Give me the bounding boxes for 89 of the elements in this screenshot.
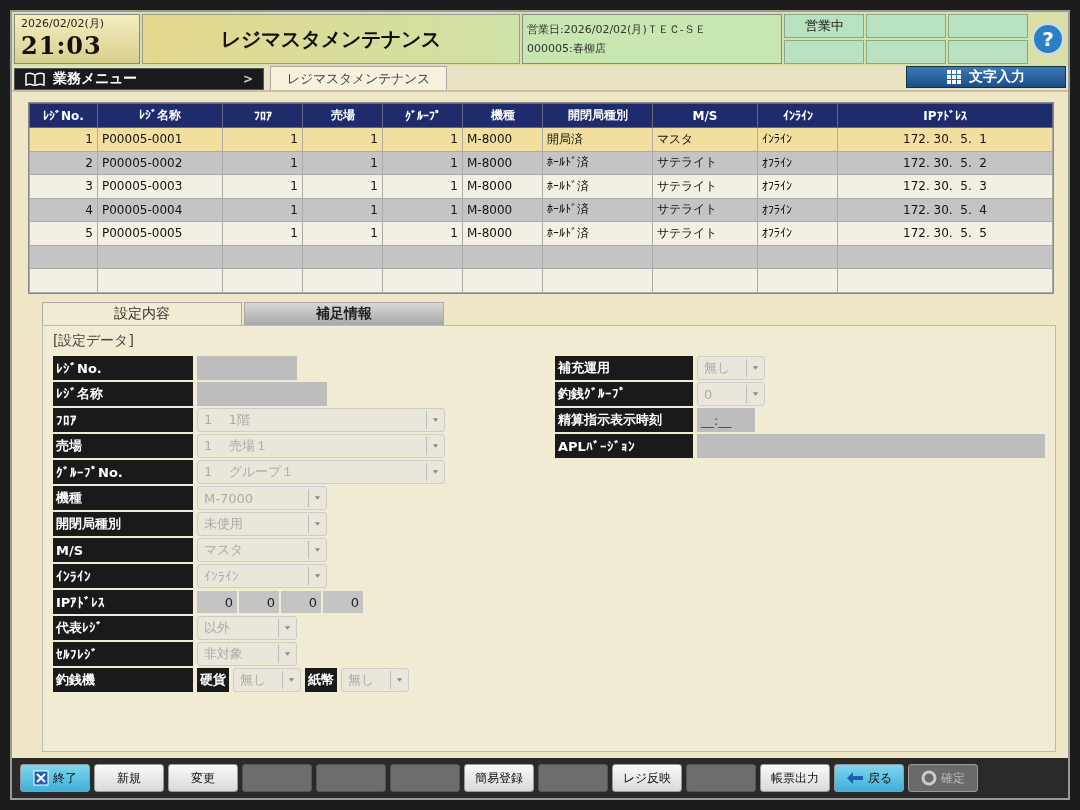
column-header: IPｱﾄﾞﾚｽ (837, 103, 1053, 128)
function-button[interactable]: 変更 (168, 764, 238, 792)
field-label: APLﾊﾞｰｼﾞｮﾝ (555, 434, 693, 458)
empty-function-button[interactable] (390, 764, 460, 792)
text-input-button[interactable]: 文字入力 (906, 66, 1066, 88)
date-text: 2026/02/02(月) (21, 16, 105, 31)
table-cell[interactable]: 2 (29, 151, 98, 175)
field-label: 紙幣 (305, 668, 337, 692)
function-button[interactable]: 終了 (20, 764, 90, 792)
ip-octet-field[interactable]: 0 (239, 591, 279, 613)
screen-title: レジマスタメンテナンス (142, 14, 520, 64)
table-cell[interactable]: 172. 30. 5. 3 (837, 174, 1053, 198)
column-header: M/S (652, 103, 758, 128)
ip-octet-field[interactable]: 0 (281, 591, 321, 613)
field-label: 売場 (53, 434, 193, 458)
table-cell[interactable]: 172. 30. 5. 4 (837, 198, 1053, 222)
table-cell[interactable]: 5 (29, 221, 98, 245)
empty-function-button[interactable] (242, 764, 312, 792)
field-label: 代表ﾚｼﾞ (53, 616, 193, 640)
table-cell[interactable]: ﾎｰﾙﾄﾞ済 (542, 221, 653, 245)
status-cell: 営業中 (784, 14, 864, 38)
empty-function-button[interactable] (538, 764, 608, 792)
close-icon (33, 770, 49, 786)
table-cell[interactable]: 4 (29, 198, 98, 222)
table-cell[interactable]: サテライト (652, 221, 758, 245)
book-icon (25, 72, 45, 86)
column-header: 機種 (462, 103, 543, 128)
table-cell[interactable]: P00005-0003 (97, 174, 223, 198)
table-cell[interactable]: 開局済 (542, 127, 653, 151)
store-text: 000005:春柳店 (527, 41, 607, 56)
help-button[interactable]: ? (1032, 23, 1064, 55)
field-label: ﾌﾛｱ (53, 408, 193, 432)
ip-octet-field[interactable]: 0 (197, 591, 237, 613)
field-label: ｲﾝﾗｲﾝ (53, 564, 193, 588)
tab[interactable]: 補足情報 (244, 301, 444, 325)
table-cell[interactable]: P00005-0001 (97, 127, 223, 151)
function-button[interactable]: レジ反映 (612, 764, 682, 792)
left-arrow-icon (846, 771, 864, 785)
section-title: [設定データ] (53, 331, 135, 350)
column-header: ﾚｼﾞNo. (29, 103, 98, 128)
function-button[interactable]: 簡易登録 (464, 764, 534, 792)
field-label: ｾﾙﾌﾚｼﾞ (53, 642, 193, 666)
table-cell[interactable]: 3 (29, 174, 98, 198)
function-button[interactable]: 帳票出力 (760, 764, 830, 792)
column-header: 開閉局種別 (542, 103, 653, 128)
field-label: 硬貨 (197, 668, 229, 692)
function-button[interactable]: 新規 (94, 764, 164, 792)
table-cell[interactable]: ﾎｰﾙﾄﾞ済 (542, 198, 653, 222)
table-cell[interactable]: サテライト (652, 198, 758, 222)
table-cell[interactable]: 1 (29, 127, 98, 151)
table-cell[interactable]: 172. 30. 5. 2 (837, 151, 1053, 175)
grid-icon (947, 70, 961, 84)
field-label: 釣銭ｸﾞﾙｰﾌﾟ (555, 382, 693, 406)
column-header: ｲﾝﾗｲﾝ (757, 103, 838, 128)
business-date-text: 営業日:2026/02/02(月)ＴＥＣ-ＳＥ (527, 22, 707, 37)
table-cell[interactable]: P00005-0005 (97, 221, 223, 245)
column-header: ﾌﾛｱ (222, 103, 303, 128)
table-cell[interactable]: サテライト (652, 174, 758, 198)
ip-octet-field[interactable]: 0 (323, 591, 363, 613)
field-label: ｸﾞﾙｰﾌﾟNo. (53, 460, 193, 484)
field-label: 釣銭機 (53, 668, 193, 692)
table-cell[interactable]: ﾎｰﾙﾄﾞ済 (542, 151, 653, 175)
field-label: ﾚｼﾞ名称 (53, 382, 193, 406)
empty-function-button[interactable] (316, 764, 386, 792)
field-label: ﾚｼﾞNo. (53, 356, 193, 380)
table-cell[interactable]: マスタ (652, 127, 758, 151)
circle-icon (921, 770, 937, 786)
screen-tab[interactable]: レジマスタメンテナンス (270, 66, 447, 90)
table-cell[interactable]: P00005-0002 (97, 151, 223, 175)
field-label: 精算指示表示時刻 (555, 408, 693, 432)
column-header: 売場 (302, 103, 383, 128)
column-header: ﾚｼﾞ名称 (97, 103, 223, 128)
field-label: IPｱﾄﾞﾚｽ (53, 590, 193, 614)
table-cell[interactable]: P00005-0004 (97, 198, 223, 222)
field-label: 補充運用 (555, 356, 693, 380)
table-cell[interactable]: サテライト (652, 151, 758, 175)
field-label: M/S (53, 538, 193, 562)
time-field[interactable]: __:__ (697, 408, 755, 432)
menu-button[interactable]: 業務メニュー > (14, 68, 264, 90)
table-cell[interactable]: 172. 30. 5. 1 (837, 127, 1053, 151)
table-cell[interactable]: 172. 30. 5. 5 (837, 221, 1053, 245)
column-header: ｸﾞﾙｰﾌﾟ (382, 103, 463, 128)
function-button[interactable]: 戻る (834, 764, 904, 792)
field-label: 開閉局種別 (53, 512, 193, 536)
field-label: 機種 (53, 486, 193, 510)
empty-function-button[interactable] (686, 764, 756, 792)
tab[interactable]: 設定内容 (42, 301, 242, 325)
table-cell[interactable]: ﾎｰﾙﾄﾞ済 (542, 174, 653, 198)
time-text: 21:03 (21, 31, 103, 60)
